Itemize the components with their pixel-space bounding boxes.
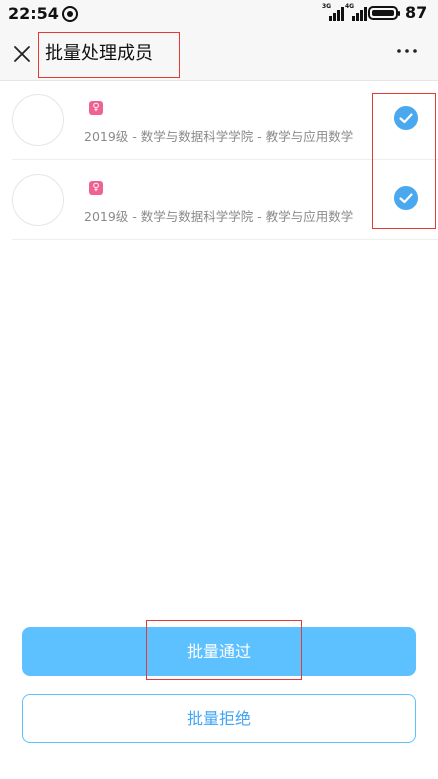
status-bar: 22:54 3G 4G 87 xyxy=(0,0,438,28)
more-icon[interactable] xyxy=(394,46,420,62)
page-title: 批量处理成员 xyxy=(38,32,180,78)
hotspot-icon xyxy=(62,6,78,22)
check-icon[interactable] xyxy=(394,186,418,210)
member-info: 2019级 - 数学与数据科学学院 - 教学与应用数学 xyxy=(84,129,354,144)
avatar xyxy=(12,94,64,146)
female-icon: ♀ xyxy=(89,101,103,115)
avatar xyxy=(12,174,64,226)
member-row[interactable]: ♀ 2019级 - 数学与数据科学学院 - 教学与应用数学 xyxy=(12,80,438,160)
battery-icon xyxy=(368,6,400,20)
female-icon: ♀ xyxy=(89,181,103,195)
member-row[interactable]: ♀ 2019级 - 数学与数据科学学院 - 教学与应用数学 xyxy=(12,160,438,240)
nav-bar: 批量处理成员 xyxy=(0,28,438,81)
check-icon[interactable] xyxy=(394,106,418,130)
approve-all-button[interactable]: 批量通过 xyxy=(22,627,416,676)
signal-icon: 4G xyxy=(345,3,367,21)
close-icon[interactable] xyxy=(10,42,34,66)
member-info: 2019级 - 数学与数据科学学院 - 教学与应用数学 xyxy=(84,209,354,224)
signal-icon: 3G xyxy=(322,3,344,21)
status-time: 22:54 xyxy=(8,4,59,23)
battery-percent: 87 xyxy=(405,3,428,22)
member-list: ♀ 2019级 - 数学与数据科学学院 - 教学与应用数学 ♀ 2019级 - … xyxy=(0,80,438,240)
reject-all-button[interactable]: 批量拒绝 xyxy=(22,694,416,743)
